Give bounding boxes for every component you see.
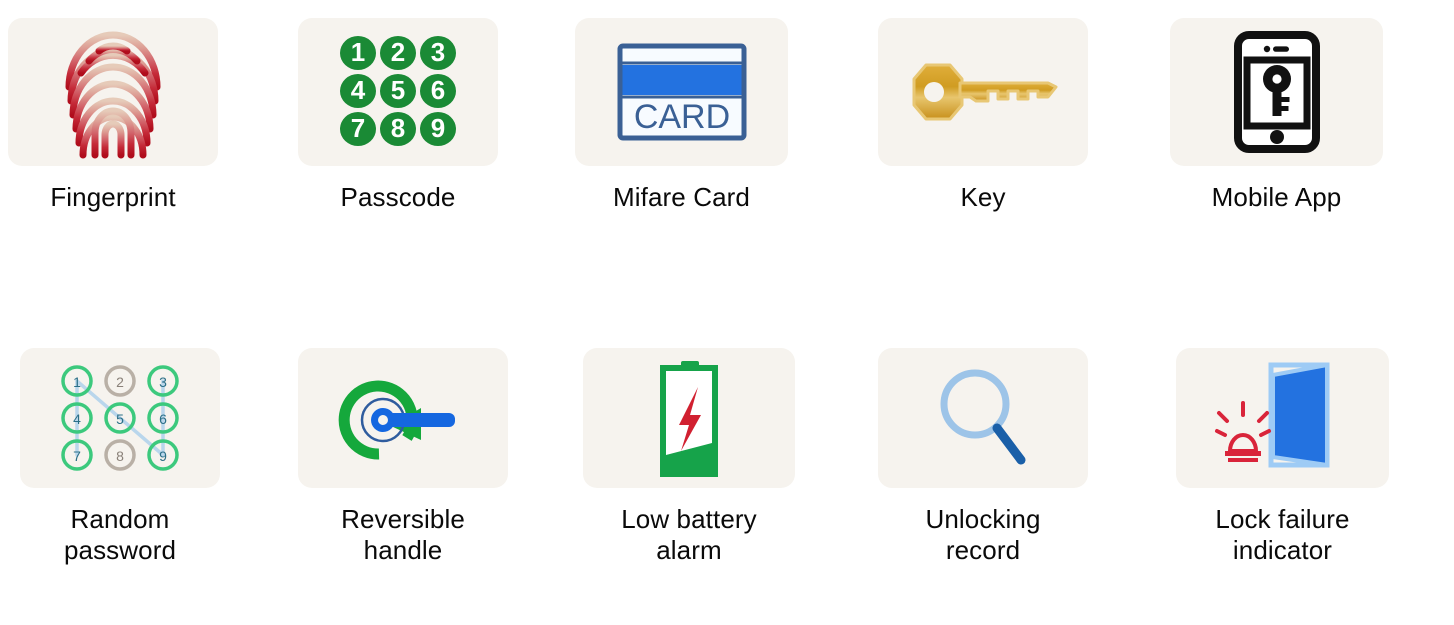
feature-label-lock-failure-indicator: Lock failure indicator (1215, 504, 1350, 566)
low-battery-icon-card[interactable] (583, 348, 795, 488)
svg-text:8: 8 (391, 113, 405, 143)
svg-text:5: 5 (391, 75, 405, 105)
feature-label-reversible-handle: Reversible handle (341, 504, 465, 566)
pattern-lock-icon: 1 2 3 4 5 6 7 8 9 (59, 364, 181, 472)
svg-text:6: 6 (159, 411, 167, 427)
features-grid: Fingerprint 1 2 3 4 5 6 7 8 9 Passcode C… (0, 0, 1454, 625)
mifare-card-icon: CARD (617, 43, 747, 141)
feature-fingerprint[interactable]: Fingerprint (8, 18, 218, 213)
feature-passcode[interactable]: 1 2 3 4 5 6 7 8 9 Passcode (298, 18, 498, 213)
feature-label-unlocking-record: Unlocking record (925, 504, 1041, 566)
key-icon (906, 53, 1060, 131)
passcode-icon-card[interactable]: 1 2 3 4 5 6 7 8 9 (298, 18, 498, 166)
magnifier-icon (935, 366, 1031, 470)
random-password-icon-card[interactable]: 1 2 3 4 5 6 7 8 9 (20, 348, 220, 488)
svg-text:1: 1 (73, 374, 81, 390)
reversible-handle-icon (333, 364, 473, 472)
feature-label-low-battery-alarm: Low battery alarm (621, 504, 757, 566)
feature-label-mobile-app: Mobile App (1211, 182, 1342, 212)
svg-text:4: 4 (351, 75, 366, 105)
fingerprint-icon-card[interactable] (8, 18, 218, 166)
feature-low-battery-alarm[interactable]: Low battery alarm (583, 348, 795, 566)
svg-text:7: 7 (73, 448, 81, 464)
svg-text:7: 7 (351, 113, 365, 143)
unlocking-record-icon-card[interactable] (878, 348, 1088, 488)
svg-text:3: 3 (159, 374, 167, 390)
feature-label-key: Key (960, 182, 1006, 212)
feature-mobile-app[interactable]: Mobile App (1170, 18, 1383, 213)
feature-label-fingerprint: Fingerprint (50, 182, 176, 212)
svg-text:2: 2 (116, 374, 124, 390)
key-icon-card[interactable] (878, 18, 1088, 166)
feature-key[interactable]: Key (878, 18, 1088, 213)
fingerprint-icon (57, 29, 169, 159)
feature-random-password[interactable]: 1 2 3 4 5 6 7 8 9 Random password (20, 348, 220, 566)
feature-lock-failure-indicator[interactable]: Lock failure indicator (1176, 348, 1389, 566)
mobile-app-icon-card[interactable] (1170, 18, 1383, 166)
mifare-card-icon-card[interactable]: CARD (575, 18, 788, 166)
feature-mifare-card[interactable]: CARD Mifare Card (575, 18, 788, 213)
svg-text:8: 8 (116, 448, 124, 464)
feature-label-random-password: Random password (63, 504, 177, 566)
svg-text:4: 4 (73, 411, 81, 427)
feature-unlocking-record[interactable]: Unlocking record (878, 348, 1088, 566)
door-alarm-icon (1214, 359, 1349, 477)
mobile-app-key-icon (1233, 31, 1320, 153)
feature-label-mifare-card: Mifare Card (613, 182, 750, 212)
svg-text:9: 9 (431, 113, 445, 143)
reversible-handle-icon-card[interactable] (298, 348, 508, 488)
svg-text:3: 3 (431, 37, 445, 67)
feature-label-passcode: Passcode (340, 182, 456, 212)
svg-text:9: 9 (159, 448, 167, 464)
passcode-keypad-icon: 1 2 3 4 5 6 7 8 9 (336, 33, 460, 151)
svg-text:6: 6 (431, 75, 445, 105)
svg-text:5: 5 (116, 411, 124, 427)
svg-text:2: 2 (391, 37, 405, 67)
svg-text:CARD: CARD (633, 98, 729, 136)
feature-reversible-handle[interactable]: Reversible handle (298, 348, 508, 566)
svg-text:1: 1 (351, 37, 365, 67)
lock-failure-icon-card[interactable] (1176, 348, 1389, 488)
low-battery-icon (657, 359, 721, 477)
